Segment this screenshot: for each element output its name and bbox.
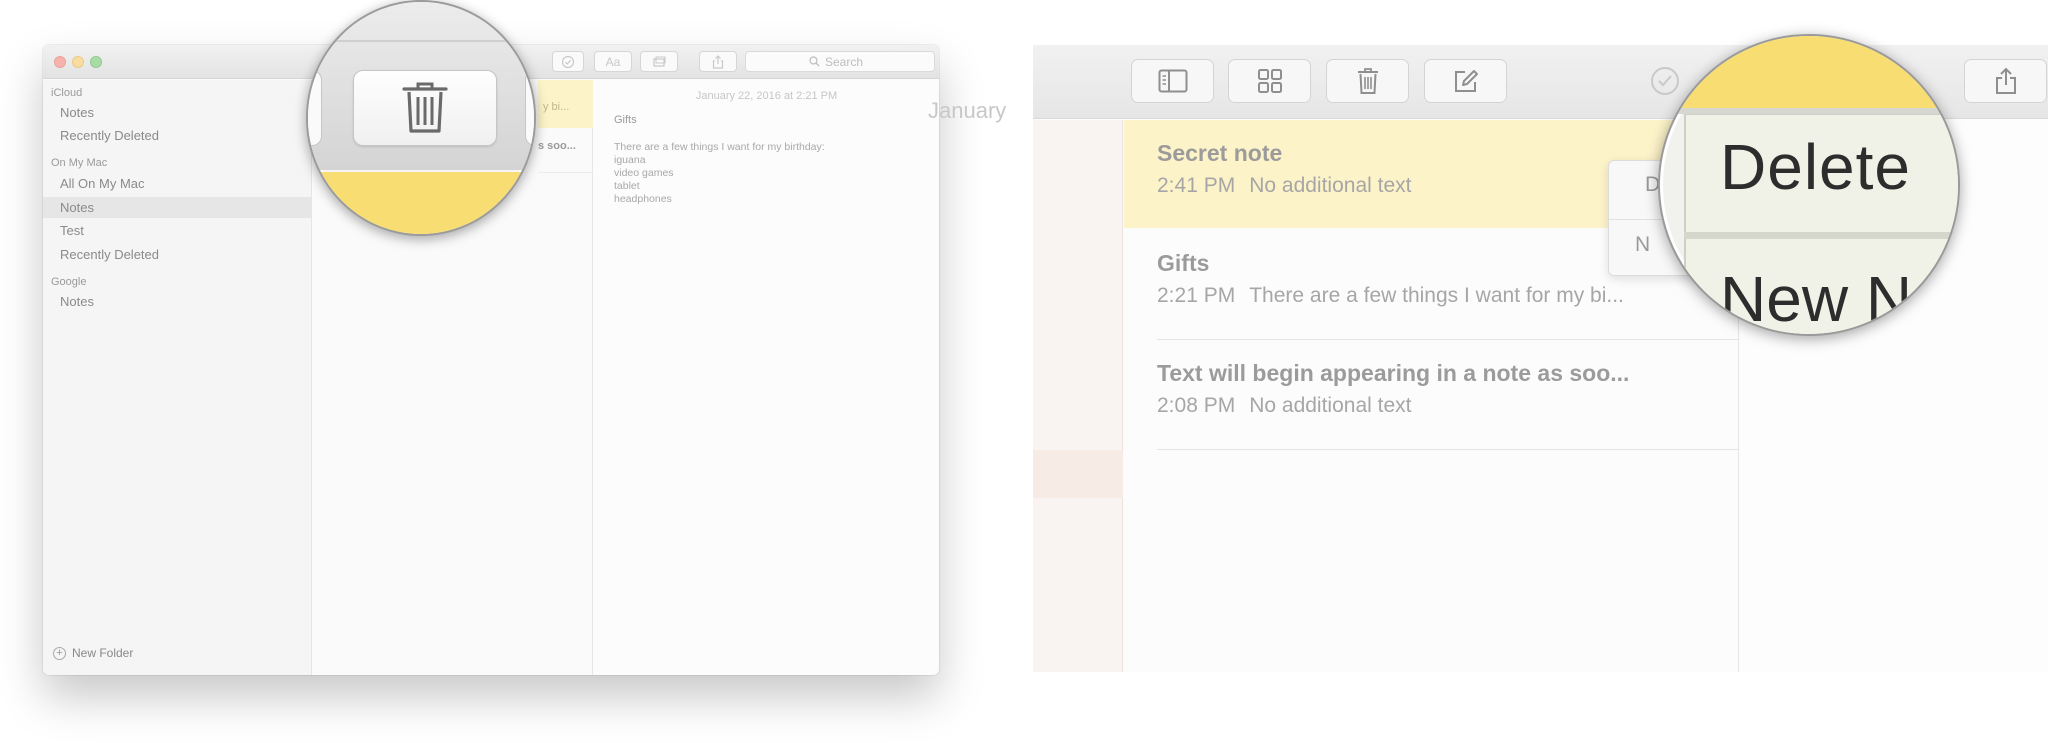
checklist-button[interactable]	[552, 51, 584, 72]
attachments-button[interactable]	[640, 51, 678, 72]
magnifier-trash	[306, 0, 536, 236]
note-title: Text will begin appearing in a note as s…	[1157, 360, 1630, 386]
sidebar-item-icloud-notes[interactable]: Notes	[43, 102, 311, 123]
share-icon	[1995, 67, 2016, 94]
note-time: 2:41 PM	[1157, 174, 1236, 197]
note-title: Gifts	[614, 114, 637, 126]
editor-date-partial: January	[928, 98, 1007, 123]
new-folder-label: New Folder	[72, 646, 134, 660]
note-body-intro: There are a few things I want for my bir…	[614, 141, 825, 153]
share-button[interactable]	[1964, 59, 2047, 103]
note-time: 2:08 PM	[1157, 394, 1236, 417]
delete-note-button[interactable]	[353, 70, 497, 146]
section-google: Google	[51, 276, 87, 288]
note-subtitle: 2:08 PM No additional text	[1157, 394, 1412, 418]
section-icloud: iCloud	[51, 87, 83, 99]
new-note-menu-item[interactable]: New N	[1720, 262, 1912, 334]
magnified-divider	[308, 40, 534, 42]
trash-icon	[402, 82, 448, 133]
note-body-line: iguana	[614, 154, 646, 166]
search-field[interactable]	[745, 51, 935, 72]
row-divider	[1157, 449, 1739, 450]
sidebar-item-google-notes[interactable]: Notes	[43, 291, 311, 312]
note-time: 2:21 PM	[1157, 284, 1236, 307]
note-editor[interactable]: January 22, 2016 at 2:21 PM Gifts There …	[594, 80, 939, 675]
zoomed-sidebar	[1033, 120, 1123, 672]
sidebar-item-all-on-my-mac[interactable]: All On My Mac	[43, 173, 311, 194]
format-button[interactable]: Aa	[594, 51, 632, 72]
selected-note-row[interactable]: y bi...	[538, 80, 593, 128]
note-body-line: tablet	[614, 180, 640, 192]
note-body-line: video games	[614, 167, 674, 179]
share-button[interactable]	[699, 51, 737, 72]
note-subtitle: 2:41 PM No additional text	[1157, 174, 1412, 198]
search-input[interactable]	[825, 54, 871, 69]
trash-icon	[1357, 68, 1378, 94]
menu-separator	[1684, 232, 1958, 239]
note-date: January 22, 2016 at 2:21 PM	[695, 90, 838, 102]
minimize-window-button[interactable]	[72, 56, 84, 68]
sidebar-item-mac-notes[interactable]: Notes	[43, 197, 311, 218]
note-preview: No additional text	[1249, 394, 1412, 417]
note-title: Gifts	[1157, 250, 1210, 276]
selected-note-snippet: y bi...	[543, 101, 570, 113]
note-row-snippet[interactable]: s soo...	[538, 140, 576, 152]
attachment-icon	[653, 56, 666, 67]
close-window-button[interactable]	[54, 56, 66, 68]
sidebar-item-test[interactable]: Test	[43, 220, 311, 241]
gallery-icon	[1257, 69, 1282, 93]
compose-note-button[interactable]	[1424, 59, 1507, 103]
folders-sidebar: iCloud Notes Recently Deleted On My Mac …	[43, 80, 312, 675]
gallery-view-button[interactable]	[1228, 59, 1311, 103]
delete-menu-item[interactable]: Delete	[1720, 130, 1911, 204]
note-title: Secret note	[1157, 140, 1283, 166]
row-divider	[538, 172, 593, 173]
magnified-selected-note	[308, 172, 534, 234]
magnified-selected-note	[1660, 36, 1958, 108]
note-preview: There are a few things I want for my bi.…	[1249, 284, 1624, 307]
sidebar-selected-item	[1033, 450, 1123, 498]
section-on-my-mac: On My Mac	[51, 157, 108, 169]
compose-icon	[1454, 70, 1478, 92]
note-preview: No additional text	[1249, 174, 1412, 197]
note-body-line: headphones	[614, 193, 672, 205]
sidebar-item-mac-recently-deleted[interactable]: Recently Deleted	[43, 244, 311, 265]
note-subtitle: 2:21 PM There are a few things I want for…	[1157, 284, 1624, 308]
delete-note-button[interactable]	[1326, 59, 1409, 103]
note-row-untitled[interactable]: Text will begin appearing in a note as s…	[1124, 340, 1739, 448]
plus-circle-icon: +	[53, 646, 66, 660]
toggle-sidebar-button[interactable]	[1131, 59, 1214, 103]
sidebar-toggle-icon	[1158, 69, 1187, 93]
zoom-window-button[interactable]	[90, 56, 102, 68]
checklist-icon	[561, 55, 575, 68]
magnified-adjacent-button	[308, 70, 322, 146]
context-menu-item-new[interactable]: N	[1635, 233, 1650, 257]
magnifier-context-menu: Delete New N	[1658, 34, 1960, 336]
new-folder-button[interactable]: + New Folder	[53, 646, 133, 660]
format-button-label: Aa	[605, 54, 621, 69]
share-icon	[712, 54, 724, 69]
sidebar-item-icloud-recently-deleted[interactable]: Recently Deleted	[43, 125, 311, 146]
search-icon	[809, 56, 820, 67]
